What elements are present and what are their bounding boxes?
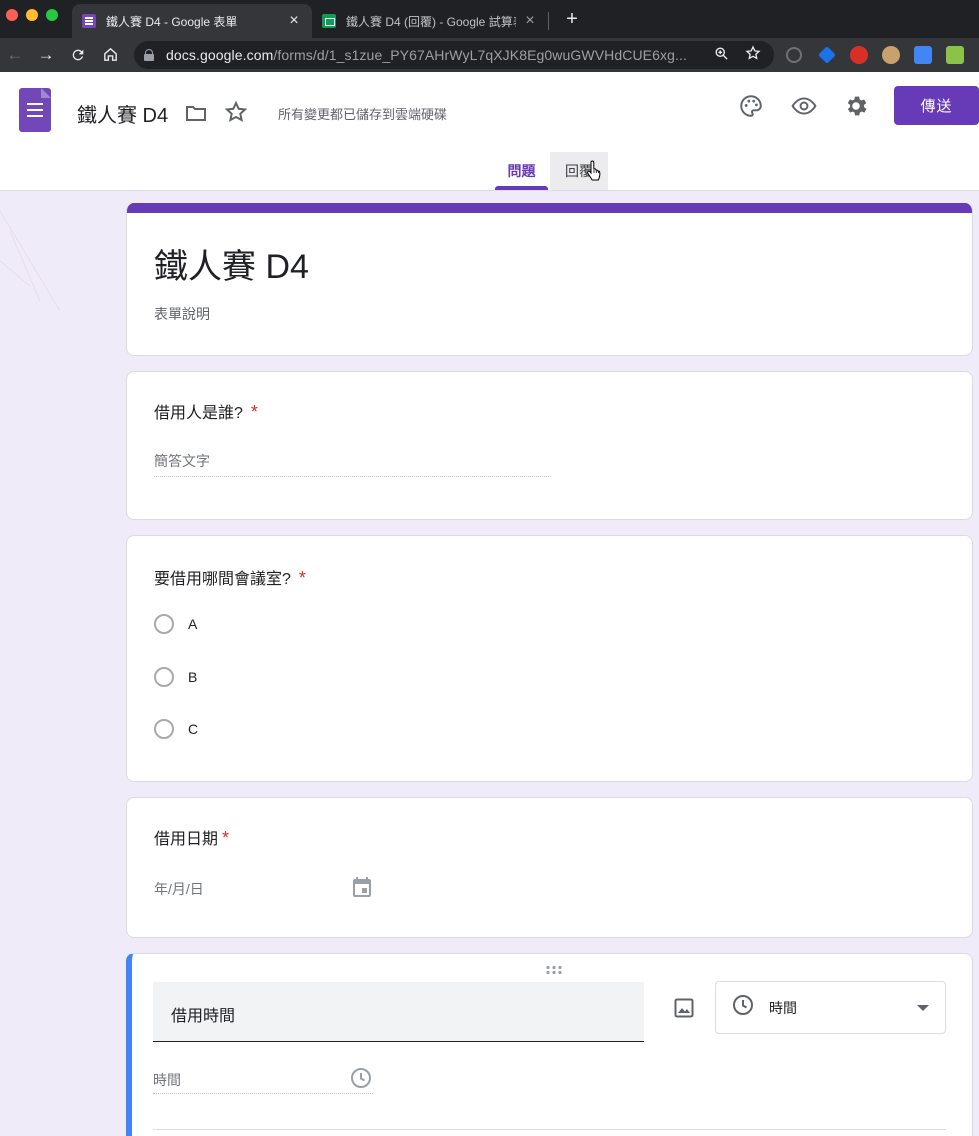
address-bar[interactable]: docs.google.com/forms/d/1_s1zue_PY67AHrW… [134,41,774,69]
date-placeholder: 年/月/日 [154,881,204,897]
close-icon[interactable]: × [522,13,538,29]
close-icon[interactable]: × [286,13,302,29]
question-card-date[interactable]: 借用日期 * 年/月/日 [126,797,973,938]
forms-logo-icon[interactable] [19,88,51,132]
reload-icon[interactable] [66,43,90,67]
form-title[interactable]: 鐵人賽 D4 [154,239,309,288]
form-description[interactable]: 表單說明 [154,304,210,324]
forms-favicon-icon [82,14,96,28]
calendar-icon [350,875,374,904]
question-type-label: 時間 [769,999,797,1016]
form-title-card[interactable]: 鐵人賽 D4 表單說明 [126,203,973,356]
question-type-dropdown[interactable]: 時間 [715,981,946,1034]
required-asterisk: * [298,568,306,588]
preview-eye-icon[interactable] [790,93,818,119]
home-icon[interactable] [98,43,122,67]
url-text: docs.google.com/forms/d/1_s1zue_PY67AHrW… [166,47,687,63]
question-card-borrower[interactable]: 借用人是誰? * 簡答文字 [126,371,973,520]
send-button[interactable]: 傳送 [894,86,979,125]
tab-title: 鐵人賽 D4 (回覆) - Google 試算表 [346,14,516,29]
window-minimize-button[interactable] [26,9,38,21]
sheets-favicon-icon [322,14,336,28]
clock-icon [349,1066,373,1095]
radio-button[interactable] [154,719,174,739]
lock-icon[interactable] [144,49,154,61]
radio-option-c[interactable]: C [154,718,198,740]
window-zoom-button[interactable] [46,9,58,21]
tab-divider [548,12,549,30]
clock-icon [731,993,755,1022]
tab-questions[interactable]: 問題 [495,152,548,190]
browser-tab-strip: 鐵人賽 D4 - Google 表單 × 鐵人賽 D4 (回覆) - Googl… [0,0,979,38]
time-placeholder: 時間 [153,1072,181,1088]
save-status-text: 所有變更都已儲存到雲端硬碟 [278,107,448,122]
bookmark-star-icon[interactable] [744,45,762,65]
date-field: 年/月/日 [154,875,374,904]
forward-arrow-icon[interactable]: → [34,43,58,67]
new-tab-icon[interactable]: + [562,8,582,30]
option-label: A [188,616,198,632]
question-title[interactable]: 借用人是誰? * [154,399,258,423]
question-title-input[interactable]: 借用時間 [153,982,644,1042]
question-card-time-selected[interactable]: 借用時間 時間 時間 [126,953,973,1136]
add-image-icon[interactable] [672,996,696,1020]
palette-icon[interactable] [738,93,764,119]
extension-face-icon[interactable] [882,46,900,64]
question-title[interactable]: 要借用哪間會議室? * [154,565,306,589]
background-decoration [0,210,61,312]
short-answer-placeholder: 簡答文字 [154,451,551,477]
settings-gear-icon[interactable] [843,93,869,119]
tab-title: 鐵人賽 D4 - Google 表單 [106,14,238,29]
extension-recycle-icon[interactable] [786,47,802,63]
radio-button[interactable] [154,614,174,634]
forms-app-header: 鐵人賽 D4 所有變更都已儲存到雲端硬碟 傳送 問題 回覆 [0,72,979,191]
window-close-button[interactable] [6,9,18,21]
document-title[interactable]: 鐵人賽 D4 [77,99,168,128]
question-card-room[interactable]: 要借用哪間會議室? * A B C [126,535,973,782]
required-asterisk: * [222,828,230,848]
back-arrow-icon[interactable]: ← [3,43,27,67]
time-field: 時間 [153,1067,373,1094]
dropdown-arrow-icon [916,999,930,1017]
zoom-icon[interactable] [712,46,730,65]
card-divider [153,1129,946,1130]
option-label: B [188,669,198,685]
radio-option-b[interactable]: B [154,666,197,688]
theme-accent-bar [127,203,972,213]
radio-button[interactable] [154,667,174,687]
radio-option-a[interactable]: A [154,613,197,635]
extension-gem-icon[interactable] [818,46,836,64]
extension-avatar-icon[interactable] [946,46,964,64]
star-icon[interactable] [224,100,248,124]
drag-handle-icon[interactable] [545,962,563,975]
question-title[interactable]: 借用日期 * [154,825,229,849]
browser-tab-forms[interactable]: 鐵人賽 D4 - Google 表單 × [72,4,312,38]
option-label: C [188,721,199,737]
browser-tab-sheets[interactable]: 鐵人賽 D4 (回覆) - Google 試算表 × [312,4,548,38]
hand-cursor-icon [586,160,602,182]
required-asterisk: * [250,402,258,422]
extension-hand-icon[interactable] [850,46,868,64]
folder-icon[interactable] [184,101,208,125]
browser-toolbar: ← → docs.google.com/forms/d/1_s1zue_PY67… [0,38,979,72]
extension-translate-icon[interactable] [914,46,932,64]
